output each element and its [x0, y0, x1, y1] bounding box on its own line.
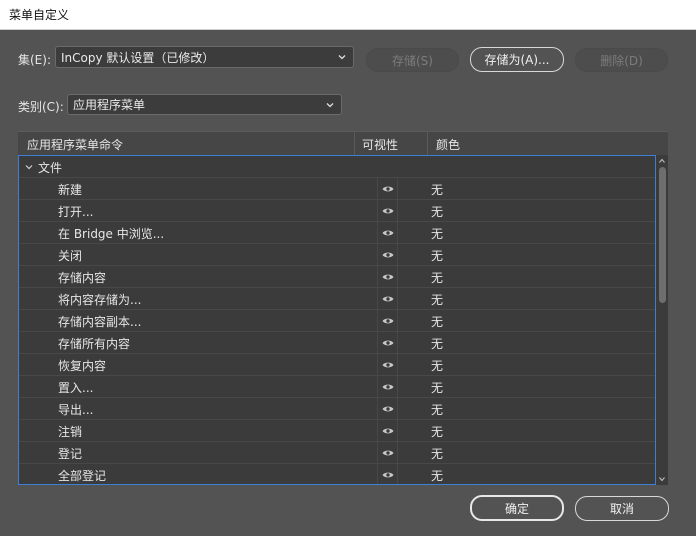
column-header-visibility[interactable]: 可视性 — [362, 132, 398, 157]
color-value[interactable]: 无 — [431, 178, 443, 200]
list-item[interactable]: 置入... 无 — [19, 376, 655, 398]
color-value[interactable]: 无 — [431, 420, 443, 442]
color-value[interactable]: 无 — [431, 310, 443, 332]
command-name: 存储内容 — [58, 270, 107, 285]
command-name: 关闭 — [58, 248, 83, 263]
set-dropdown[interactable]: InCopy 默认设置（已修改） — [55, 46, 354, 68]
eye-icon[interactable] — [377, 376, 399, 398]
list-item[interactable]: 存储内容 无 — [19, 266, 655, 288]
chevron-down-icon[interactable] — [24, 162, 34, 172]
color-value[interactable]: 无 — [431, 332, 443, 354]
cancel-button[interactable]: 取消 — [575, 496, 669, 521]
list-item[interactable]: 新建 无 — [19, 178, 655, 200]
ok-button[interactable]: 确定 — [470, 495, 564, 521]
list-item[interactable]: 全部登记 无 — [19, 464, 655, 484]
list-item[interactable]: 将内容存储为... 无 — [19, 288, 655, 310]
list-item[interactable]: 登记 无 — [19, 442, 655, 464]
eye-icon[interactable] — [377, 200, 399, 222]
command-name: 新建 — [58, 182, 83, 197]
eye-icon[interactable] — [377, 266, 399, 288]
command-name: 将内容存储为... — [58, 292, 142, 307]
category-dropdown[interactable]: 应用程序菜单 — [67, 94, 342, 115]
chevron-down-icon — [338, 55, 346, 60]
group-row-file[interactable]: 文件 — [19, 156, 655, 178]
save-as-button[interactable]: 存储为(A)... — [470, 47, 564, 72]
menu-command-list[interactable]: 文件 新建无打开... 无在 Bridge 中浏览... 无关闭无存储内容无将内容存… — [18, 155, 656, 485]
color-value[interactable]: 无 — [431, 354, 443, 376]
scroll-up-icon[interactable] — [658, 157, 666, 165]
color-value[interactable]: 无 — [431, 376, 443, 398]
command-name: 存储内容副本... — [58, 314, 142, 329]
save-button[interactable]: 存储(S) — [366, 48, 459, 72]
command-name: 存储所有内容 — [58, 336, 131, 351]
list-scrollbar[interactable] — [656, 155, 668, 485]
chevron-down-icon — [326, 102, 334, 107]
command-name: 置入... — [58, 380, 94, 395]
column-header-color[interactable]: 颜色 — [436, 132, 460, 157]
command-name: 在 Bridge 中浏览... — [58, 226, 165, 241]
eye-icon[interactable] — [377, 244, 399, 266]
list-item[interactable]: 恢复内容 无 — [19, 354, 655, 376]
command-name: 全部登记 — [58, 468, 107, 483]
list-item[interactable]: 打开... 无 — [19, 200, 655, 222]
command-name: 打开... — [58, 204, 94, 219]
color-value[interactable]: 无 — [431, 222, 443, 244]
color-value[interactable]: 无 — [431, 464, 443, 484]
group-label: 文件 — [38, 160, 63, 175]
title-bar: 菜单自定义 — [0, 0, 696, 30]
list-item[interactable]: 注销 无 — [19, 420, 655, 442]
command-name: 恢复内容 — [58, 358, 107, 373]
delete-button[interactable]: 删除(D) — [575, 48, 668, 72]
set-dropdown-value: InCopy 默认设置（已修改） — [61, 50, 215, 65]
command-name: 注销 — [58, 424, 83, 439]
eye-icon[interactable] — [377, 222, 399, 244]
eye-icon[interactable] — [377, 354, 399, 376]
eye-icon[interactable] — [377, 398, 399, 420]
eye-icon[interactable] — [377, 310, 399, 332]
category-dropdown-value: 应用程序菜单 — [73, 98, 146, 112]
color-value[interactable]: 无 — [431, 200, 443, 222]
scroll-down-icon[interactable] — [658, 475, 666, 483]
list-item[interactable]: 存储所有内容 无 — [19, 332, 655, 354]
column-header-command[interactable]: 应用程序菜单命令 — [27, 132, 123, 157]
eye-icon[interactable] — [377, 332, 399, 354]
category-label: 类别(C): — [18, 100, 64, 114]
command-name: 登记 — [58, 446, 83, 461]
eye-icon[interactable] — [377, 464, 399, 484]
color-value[interactable]: 无 — [431, 398, 443, 420]
color-value[interactable]: 无 — [431, 244, 443, 266]
list-item[interactable]: 关闭 无 — [19, 244, 655, 266]
eye-icon[interactable] — [377, 288, 399, 310]
command-name: 导出... — [58, 402, 94, 417]
window-title: 菜单自定义 — [9, 8, 70, 22]
table-header: 应用程序菜单命令 可视性 颜色 — [18, 131, 668, 157]
eye-icon[interactable] — [377, 420, 399, 442]
list-item[interactable]: 存储内容副本... 无 — [19, 310, 655, 332]
scrollbar-thumb[interactable] — [659, 167, 666, 303]
color-value[interactable]: 无 — [431, 266, 443, 288]
set-label: 集(E): — [18, 53, 51, 67]
eye-icon[interactable] — [377, 178, 399, 200]
eye-icon[interactable] — [377, 442, 399, 464]
color-value[interactable]: 无 — [431, 442, 443, 464]
color-value[interactable]: 无 — [431, 288, 443, 310]
list-item[interactable]: 导出... 无 — [19, 398, 655, 420]
list-item[interactable]: 在 Bridge 中浏览... 无 — [19, 222, 655, 244]
